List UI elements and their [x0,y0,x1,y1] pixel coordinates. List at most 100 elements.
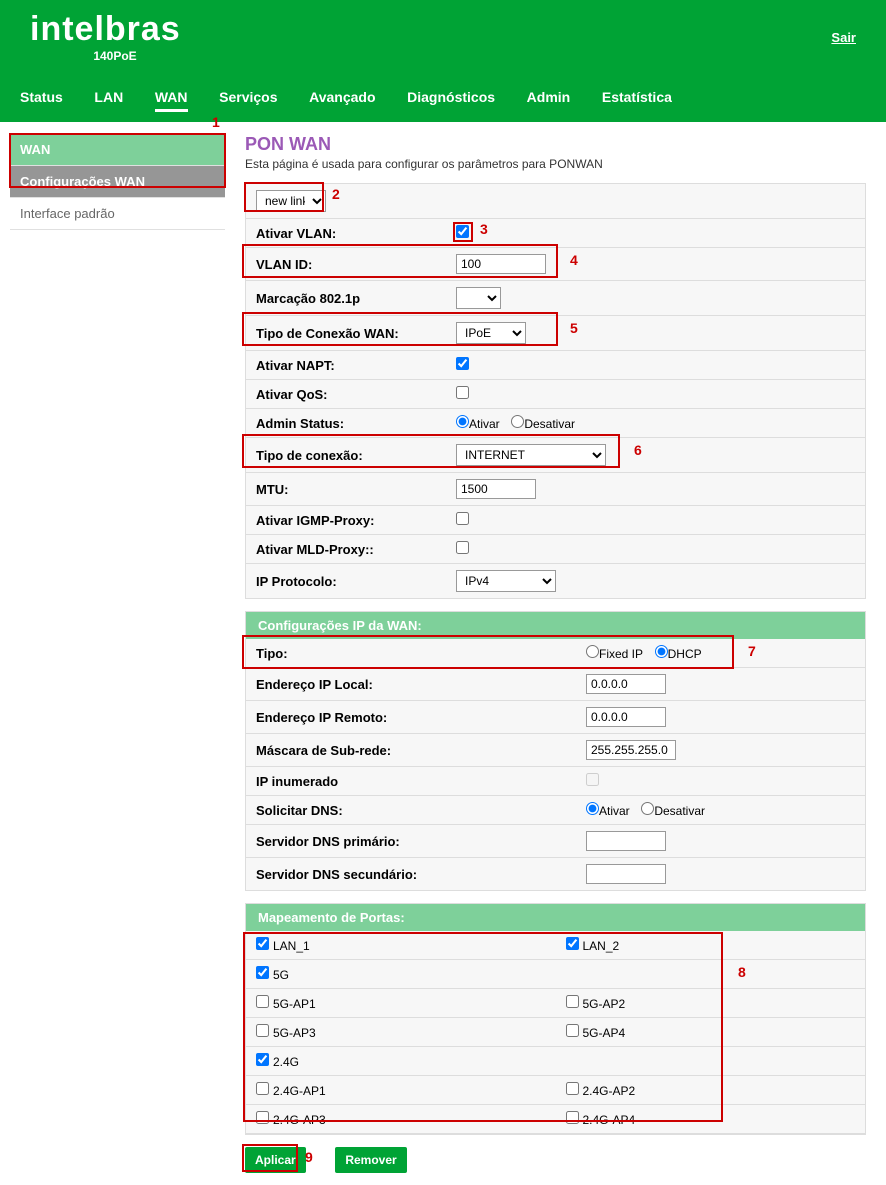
sidebar: 1 WAN Configurações WAN Interface padrão [10,134,225,230]
port-cell: LAN_1 [246,931,556,959]
dhcp-radio[interactable] [655,645,668,658]
page-desc: Esta página é usada para configurar os p… [245,157,866,171]
brand-logo: intelbras [30,10,866,49]
port-checkbox[interactable] [566,1082,579,1095]
nav-admin[interactable]: Admin [527,89,571,109]
mtu-input[interactable] [456,479,536,499]
page-title: PON WAN [245,134,866,155]
logout-link[interactable]: Sair [831,30,856,45]
port-checkbox[interactable] [566,1111,579,1124]
link-select[interactable]: new link [256,190,326,212]
admin-desativar-radio[interactable] [511,415,524,428]
ipwan-tipo-label: Tipo: [256,646,586,661]
port-checkbox[interactable] [256,1024,269,1037]
tipo-conexao-select[interactable]: INTERNET [456,444,606,466]
sidebar-group-wan[interactable]: WAN [10,134,225,166]
port-checkbox[interactable] [256,966,269,979]
port-checkbox[interactable] [566,937,579,950]
mask-label: Máscara de Sub-rede: [256,743,586,758]
apply-button[interactable]: Aplicar [245,1147,306,1173]
ip-proto-select[interactable]: IPv4 [456,570,556,592]
port-label: 5G-AP4 [583,1026,626,1040]
port-checkbox[interactable] [256,1053,269,1066]
mtu-label: MTU: [256,482,456,497]
ativar-napt-checkbox[interactable] [456,357,469,370]
vlan-id-label: VLAN ID: [256,257,456,272]
dns-desativar-radio[interactable] [641,802,654,815]
port-checkbox[interactable] [256,1082,269,1095]
annotation-3: 3 [480,221,488,237]
ports-header: Mapeamento de Portas: [246,904,865,931]
ativar-napt-label: Ativar NAPT: [256,358,456,373]
remove-button[interactable]: Remover [335,1147,406,1173]
port-cell: 2.4G-AP3 [246,1105,556,1133]
ip-local-input[interactable] [586,674,666,694]
port-cell: 2.4G-AP2 [556,1076,866,1104]
tipo-wan-label: Tipo de Conexão WAN: [256,326,456,341]
vlan-id-input[interactable] [456,254,546,274]
port-cell: LAN_2 [556,931,866,959]
igmp-checkbox[interactable] [456,512,469,525]
port-label: 2.4G-AP1 [273,1084,326,1098]
port-label: 5G-AP3 [273,1026,316,1040]
port-row: 5G [246,960,865,989]
port-label: LAN_1 [273,939,310,953]
dns1-label: Servidor DNS primário: [256,834,586,849]
port-cell [556,960,866,988]
port-cell: 5G-AP1 [246,989,556,1017]
ip-proto-label: IP Protocolo: [256,574,456,589]
ipwan-header: Configurações IP da WAN: [246,612,865,639]
ip-remoto-input[interactable] [586,707,666,727]
marcacao-select[interactable] [456,287,501,309]
mld-checkbox[interactable] [456,541,469,554]
nav-status[interactable]: Status [20,89,63,109]
sidebar-item-config-wan[interactable]: Configurações WAN [10,166,225,198]
dns1-input[interactable] [586,831,666,851]
sidebar-item-interface-padrao[interactable]: Interface padrão [10,198,225,230]
nav-servicos[interactable]: Serviços [219,89,277,109]
admin-ativar-label: Ativar [469,417,500,431]
nav-diagnosticos[interactable]: Diagnósticos [407,89,495,109]
port-row: 5G-AP1 5G-AP2 [246,989,865,1018]
port-checkbox[interactable] [256,995,269,1008]
dns-ativar-radio[interactable] [586,802,599,815]
fixed-ip-radio[interactable] [586,645,599,658]
ativar-vlan-checkbox[interactable] [456,225,469,238]
port-checkbox[interactable] [566,995,579,1008]
port-row: 2.4G-AP3 2.4G-AP4 [246,1105,865,1134]
port-label: 2.4G-AP3 [273,1113,326,1127]
dns-ativar-label: Ativar [599,804,630,818]
port-row: LAN_1 LAN_2 [246,931,865,960]
inumerado-checkbox [586,773,599,786]
igmp-label: Ativar IGMP-Proxy: [256,513,456,528]
port-label: 5G-AP1 [273,997,316,1011]
port-checkbox[interactable] [256,937,269,950]
tipo-wan-select[interactable]: IPoE [456,322,526,344]
nav-estatistica[interactable]: Estatística [602,89,672,109]
port-label: LAN_2 [583,939,620,953]
nav-lan[interactable]: LAN [94,89,123,109]
port-label: 2.4G-AP2 [583,1084,636,1098]
annotation-2: 2 [332,186,340,202]
ativar-vlan-label: Ativar VLAN: [256,226,456,241]
port-row: 2.4G [246,1047,865,1076]
header: intelbras 140PoE Sair [0,0,886,79]
port-label: 2.4G-AP4 [583,1113,636,1127]
dns2-label: Servidor DNS secundário: [256,867,586,882]
port-cell: 2.4G-AP1 [246,1076,556,1104]
dns2-input[interactable] [586,864,666,884]
mask-input[interactable] [586,740,676,760]
annotation-9: 9 [305,1149,313,1165]
port-cell [556,1047,866,1075]
nav-wan[interactable]: WAN [155,89,188,112]
port-cell: 5G-AP4 [556,1018,866,1046]
nav-avancado[interactable]: Avançado [309,89,375,109]
admin-ativar-radio[interactable] [456,415,469,428]
port-checkbox[interactable] [256,1111,269,1124]
port-label: 5G-AP2 [583,997,626,1011]
inumerado-label: IP inumerado [256,774,586,789]
ativar-qos-checkbox[interactable] [456,386,469,399]
admin-status-label: Admin Status: [256,416,456,431]
port-table: LAN_1 LAN_2 5G 5G-AP1 5G-AP2 5G-AP3 5G-AP4 2.4G… [246,931,865,1134]
port-checkbox[interactable] [566,1024,579,1037]
